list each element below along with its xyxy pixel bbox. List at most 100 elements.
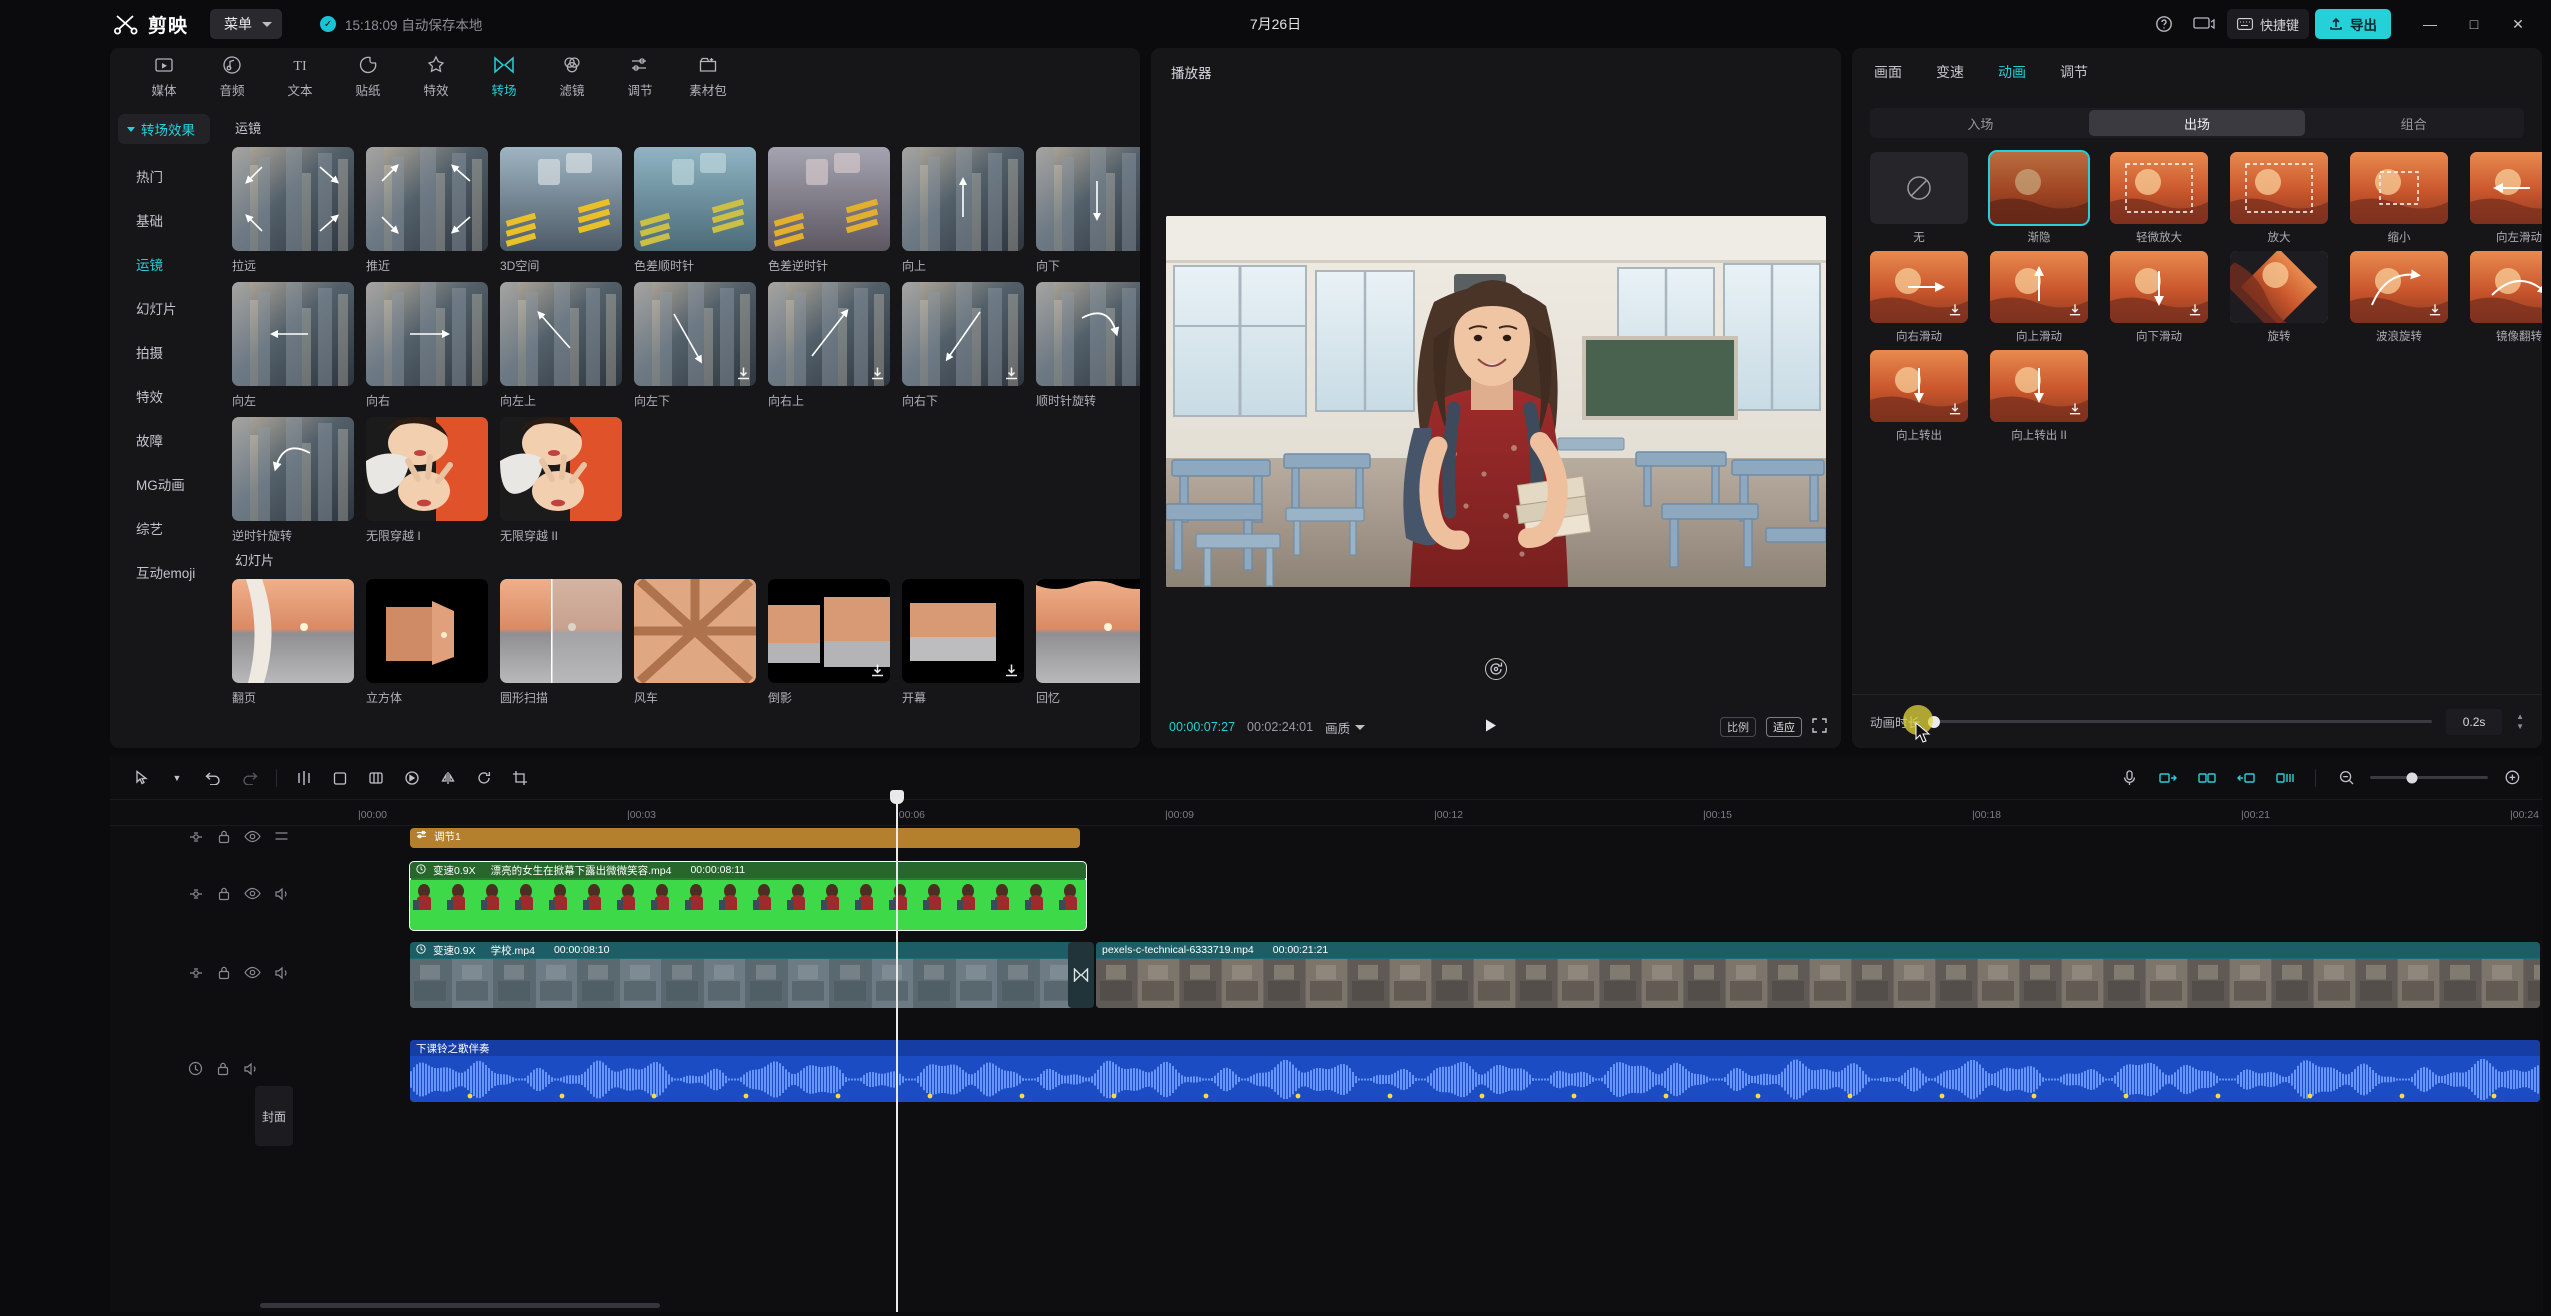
download-icon[interactable] bbox=[1948, 402, 1963, 417]
transition-item[interactable]: 无限穿越 I bbox=[366, 417, 488, 544]
close-button[interactable]: ✕ bbox=[2497, 8, 2539, 40]
animation-thumbnail[interactable] bbox=[2470, 152, 2542, 224]
transition-thumbnail[interactable] bbox=[366, 579, 488, 683]
animation-item-slideleft[interactable]: 向左滑动 bbox=[2470, 152, 2542, 245]
animation-thumbnail[interactable] bbox=[2350, 152, 2448, 224]
transition-thumbnail[interactable] bbox=[1036, 147, 1140, 251]
category-item-3[interactable]: 幻灯片 bbox=[110, 286, 218, 330]
download-icon[interactable] bbox=[2068, 303, 2083, 318]
transition-thumbnail[interactable] bbox=[232, 417, 354, 521]
track-eye-icon[interactable] bbox=[244, 966, 261, 984]
freeze-frame-icon[interactable] bbox=[361, 764, 391, 792]
transition-thumbnail[interactable] bbox=[902, 147, 1024, 251]
track-keyframe-icon[interactable] bbox=[188, 829, 204, 850]
transition-thumbnail[interactable] bbox=[768, 579, 890, 683]
transition-thumbnail[interactable] bbox=[366, 417, 488, 521]
transition-thumbnail[interactable] bbox=[1036, 579, 1140, 683]
transition-item[interactable]: 3D空间 bbox=[500, 147, 622, 274]
zoom-in-icon[interactable] bbox=[2497, 764, 2527, 792]
animation-item-rollup2[interactable]: 向上转出 II bbox=[1990, 350, 2088, 443]
zoom-slider[interactable] bbox=[2370, 772, 2488, 783]
download-icon[interactable] bbox=[2188, 303, 2203, 318]
animation-thumbnail[interactable] bbox=[1870, 350, 1968, 422]
timeline-hscrollbar[interactable] bbox=[260, 1303, 660, 1308]
download-icon[interactable] bbox=[1138, 663, 1140, 678]
animation-thumbnail[interactable] bbox=[1988, 150, 2090, 226]
transition-thumbnail[interactable] bbox=[232, 579, 354, 683]
animation-item-zoomslight[interactable]: 轻微放大 bbox=[2110, 152, 2208, 245]
library-tab-adjust[interactable]: 调节 bbox=[606, 54, 674, 99]
category-item-5[interactable]: 特效 bbox=[110, 374, 218, 418]
animation-thumbnail[interactable] bbox=[2230, 251, 2328, 323]
category-item-6[interactable]: 故障 bbox=[110, 418, 218, 462]
playhead[interactable] bbox=[890, 790, 904, 1312]
help-icon[interactable] bbox=[2147, 9, 2181, 39]
animation-thumbnail[interactable] bbox=[2110, 251, 2208, 323]
properties-tab-1[interactable]: 变速 bbox=[1936, 62, 1964, 82]
transition-item[interactable]: 向右 bbox=[366, 282, 488, 409]
category-item-2[interactable]: 运镜 bbox=[110, 242, 218, 286]
transition-thumbnail[interactable] bbox=[232, 147, 354, 251]
fullscreen-icon[interactable] bbox=[1812, 718, 1827, 736]
animation-thumbnail[interactable] bbox=[2350, 251, 2448, 323]
download-icon[interactable] bbox=[870, 366, 885, 381]
keyframe-mix-icon[interactable] bbox=[2270, 764, 2300, 792]
video-clip-main-2[interactable]: pexels-c-technical-6333719.mp4 00:00:21:2… bbox=[1096, 942, 2540, 1008]
transition-thumbnail[interactable] bbox=[768, 282, 890, 386]
transition-item[interactable]: 向右下 bbox=[902, 282, 1024, 409]
animation-item-mirrorflip[interactable]: 镜像翻转 bbox=[2470, 251, 2542, 344]
monitor-icon[interactable] bbox=[2187, 9, 2221, 39]
track-more-icon[interactable] bbox=[274, 830, 289, 848]
library-tab-text[interactable]: TI 文本 bbox=[266, 54, 334, 99]
properties-tab-3[interactable]: 调节 bbox=[2060, 62, 2088, 82]
category-item-8[interactable]: 综艺 bbox=[110, 506, 218, 550]
quality-select[interactable]: 画质 bbox=[1325, 718, 1366, 737]
microphone-icon[interactable] bbox=[2114, 764, 2144, 792]
keyframe-prev-icon[interactable] bbox=[2153, 764, 2183, 792]
adjust-clip[interactable]: 调节1 bbox=[410, 828, 1080, 848]
transition-thumbnail[interactable] bbox=[366, 147, 488, 251]
track-sound-icon[interactable] bbox=[243, 1062, 259, 1081]
animation-thumbnail[interactable] bbox=[2230, 152, 2328, 224]
category-item-7[interactable]: MG动画 bbox=[110, 462, 218, 506]
transition-item[interactable]: 色差顺时针 bbox=[634, 147, 756, 274]
library-tab-audio[interactable]: 音频 bbox=[198, 54, 266, 99]
transition-item[interactable]: 向下 bbox=[1036, 147, 1140, 274]
library-tab-effects[interactable]: 特效 bbox=[402, 54, 470, 99]
download-icon[interactable] bbox=[2068, 402, 2083, 417]
transition-item[interactable]: 推近 bbox=[366, 147, 488, 274]
play-button[interactable] bbox=[1482, 717, 1499, 737]
transition-item[interactable]: 向左 bbox=[232, 282, 354, 409]
transition-thumbnail[interactable] bbox=[366, 282, 488, 386]
animation-item-zoomout[interactable]: 缩小 bbox=[2350, 152, 2448, 245]
track-clock-icon[interactable] bbox=[188, 1061, 203, 1081]
transition-thumbnail[interactable] bbox=[902, 282, 1024, 386]
animation-item-waverotate[interactable]: 波浪旋转 bbox=[2350, 251, 2448, 344]
track-keyframe-icon[interactable] bbox=[188, 886, 204, 907]
track-keyframe-icon[interactable] bbox=[188, 965, 204, 986]
rotate-icon[interactable] bbox=[469, 764, 499, 792]
zoom-out-icon[interactable] bbox=[2331, 764, 2361, 792]
track-lock-icon[interactable] bbox=[216, 1061, 230, 1081]
animation-segment-2[interactable]: 组合 bbox=[2305, 110, 2522, 136]
split-icon[interactable] bbox=[289, 764, 319, 792]
download-icon[interactable] bbox=[1004, 663, 1019, 678]
menu-button[interactable]: 菜单 bbox=[210, 9, 283, 39]
duration-stepper[interactable]: ▲ ▼ bbox=[2516, 712, 2524, 731]
cursor-select-icon[interactable] bbox=[126, 764, 156, 792]
properties-tab-0[interactable]: 画面 bbox=[1874, 62, 1902, 82]
transition-item[interactable]: 逆时针旋转 bbox=[232, 417, 354, 544]
zoom-slider-knob[interactable] bbox=[2406, 772, 2418, 783]
duration-slider[interactable] bbox=[1928, 715, 2433, 728]
shortcut-button[interactable]: 快捷键 bbox=[2226, 9, 2309, 39]
transition-thumbnail[interactable] bbox=[634, 282, 756, 386]
mirror-icon[interactable] bbox=[433, 764, 463, 792]
animation-item-rollup1[interactable]: 向上转出 bbox=[1870, 350, 1968, 443]
transition-item[interactable]: 向右上 bbox=[768, 282, 890, 409]
animation-thumbnail[interactable] bbox=[2470, 251, 2542, 323]
transition-item[interactable]: 回忆 bbox=[1036, 579, 1140, 706]
animation-segment-0[interactable]: 入场 bbox=[1872, 110, 2089, 136]
undo-icon[interactable] bbox=[198, 764, 228, 792]
keyframe-add-icon[interactable] bbox=[2192, 764, 2222, 792]
track-lock-icon[interactable] bbox=[217, 886, 231, 906]
